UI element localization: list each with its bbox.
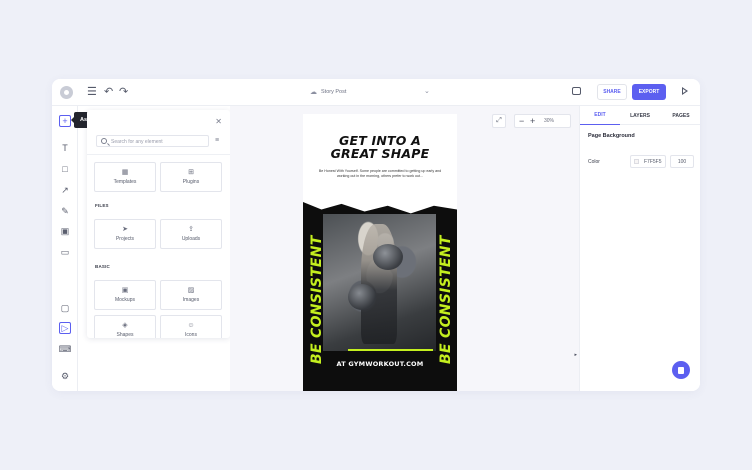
- zoom-in-button[interactable]: +: [530, 116, 535, 127]
- filter-icon[interactable]: ≡: [215, 137, 219, 144]
- search-input[interactable]: Search for any element: [96, 135, 209, 147]
- close-icon[interactable]: ✕: [215, 117, 222, 126]
- select-tool-icon[interactable]: ▷: [59, 322, 71, 334]
- tab-layers[interactable]: LAYERS: [620, 106, 660, 125]
- upload-icon: ⇪: [188, 226, 194, 233]
- left-toolbar: + T □ ↗ ✎ ▣ ▭ ▢ ▷ ⌨ ⚙: [52, 106, 78, 391]
- tile-uploads[interactable]: ⇪ Uploads: [160, 219, 222, 249]
- tile-label: Mockups: [114, 297, 135, 303]
- tile-label: Shapes: [116, 332, 134, 338]
- tile-templates[interactable]: ▦ Templates: [94, 162, 156, 192]
- opacity-field[interactable]: 100: [670, 155, 694, 168]
- section-label-files: FILES: [95, 203, 109, 208]
- tile-label: Uploads: [181, 236, 201, 242]
- collapse-panel-icon[interactable]: ▸: [574, 352, 577, 358]
- redo-icon[interactable]: ↷: [119, 86, 128, 98]
- section-label-basic: BASIC: [95, 264, 111, 269]
- shapes-icon: ◈: [122, 322, 128, 329]
- undo-icon[interactable]: ↶: [104, 86, 113, 98]
- tile-images[interactable]: ▨ Images: [160, 280, 222, 310]
- boxer-photo: [323, 214, 436, 351]
- tile-label: Templates: [113, 179, 137, 185]
- smiley-icon: ☺: [187, 322, 195, 329]
- image-icon: ▨: [187, 287, 195, 294]
- settings-icon[interactable]: ⚙: [59, 370, 71, 382]
- zoom-control: − + 30%: [514, 114, 571, 128]
- story-poster[interactable]: GET INTO A GREAT SHAPE Be Honest With Yo…: [303, 114, 457, 391]
- side-text-right: BE CONSISTENT: [438, 235, 454, 364]
- boxing-glove: [348, 284, 376, 310]
- divider: [87, 154, 230, 155]
- boxing-glove: [373, 244, 403, 270]
- pen-tool-icon[interactable]: ✎: [59, 205, 71, 217]
- assets-panel: ✕ Search for any element ≡ ▦ Templates ⊞…: [87, 110, 230, 338]
- color-field[interactable]: F7F5F5: [630, 155, 666, 168]
- tile-label: Projects: [115, 236, 135, 242]
- app-logo[interactable]: [60, 86, 73, 99]
- share-button[interactable]: SHARE: [597, 84, 627, 100]
- export-button[interactable]: EXPORT: [632, 84, 666, 100]
- poster-body-text: Be Honest With Yourself. Some people are…: [318, 169, 442, 178]
- fit-screen-button[interactable]: ⤢: [492, 114, 506, 128]
- send-icon: ➤: [122, 226, 128, 233]
- color-value: F7F5F5: [644, 159, 662, 165]
- search-placeholder: Search for any element: [111, 139, 163, 145]
- text-tool-icon[interactable]: T: [59, 142, 71, 154]
- tile-projects[interactable]: ➤ Projects: [94, 219, 156, 249]
- tile-label: Plugins: [182, 179, 200, 185]
- canvas-area[interactable]: ⤢ − + 30% GET INTO A GREAT SHAPE Be Hone…: [230, 106, 579, 391]
- document-title-label: Story Post: [321, 89, 347, 95]
- frame-tool-icon[interactable]: ▢: [59, 302, 71, 314]
- tile-plugins[interactable]: ⊞ Plugins: [160, 162, 222, 192]
- tab-pages[interactable]: PAGES: [661, 106, 700, 125]
- accent-bar: [348, 349, 433, 351]
- tile-label: Images: [182, 297, 200, 303]
- menu-icon[interactable]: ☰: [87, 86, 97, 98]
- media-tool-icon[interactable]: ▭: [59, 246, 71, 258]
- keyboard-icon[interactable]: ⌨: [59, 343, 72, 355]
- chat-icon: [678, 366, 684, 374]
- image-tool-icon[interactable]: ▣: [59, 225, 71, 237]
- mockup-icon: ▣: [121, 287, 129, 294]
- zoom-level[interactable]: 30%: [544, 118, 554, 124]
- color-swatch[interactable]: [634, 159, 639, 164]
- arrow-tool-icon[interactable]: ↗: [59, 184, 71, 196]
- plugins-icon: ⊞: [188, 169, 194, 176]
- zoom-out-button[interactable]: −: [519, 116, 524, 127]
- poster-url: AT GYMWORKOUT.COM: [336, 360, 424, 368]
- tile-icons[interactable]: ☺ Icons: [160, 315, 222, 338]
- tile-mockups[interactable]: ▣ Mockups: [94, 280, 156, 310]
- play-icon[interactable]: [682, 87, 688, 95]
- poster-headline-line2: GREAT SHAPE: [330, 146, 430, 161]
- tile-label: Icons: [185, 332, 197, 338]
- search-icon: [101, 138, 107, 144]
- chevron-down-icon[interactable]: ⌄: [424, 87, 430, 95]
- top-bar: ☰ ↶ ↷ ☁ Story Post ⌄ SHARE EXPORT: [52, 79, 700, 106]
- rectangle-tool-icon[interactable]: □: [59, 163, 71, 175]
- poster-headline: GET INTO A GREAT SHAPE: [303, 134, 457, 160]
- section-title: Page Background: [588, 133, 635, 139]
- templates-icon: ▦: [121, 169, 129, 176]
- side-text-left: BE CONSISTENT: [309, 235, 325, 364]
- cloud-icon: ☁: [310, 89, 317, 96]
- properties-panel: EDIT LAYERS PAGES Page Background Color …: [579, 106, 700, 391]
- comment-icon[interactable]: [572, 87, 581, 95]
- help-chat-button[interactable]: [672, 361, 690, 379]
- tile-shapes[interactable]: ◈ Shapes: [94, 315, 156, 338]
- panel-tabs: EDIT LAYERS PAGES: [580, 106, 700, 125]
- color-label: Color: [588, 159, 600, 165]
- document-title[interactable]: ☁ Story Post: [310, 88, 346, 96]
- tab-edit[interactable]: EDIT: [580, 106, 620, 125]
- add-assets-button[interactable]: +: [59, 115, 71, 127]
- editor-window: ☰ ↶ ↷ ☁ Story Post ⌄ SHARE EXPORT + T □ …: [52, 79, 700, 391]
